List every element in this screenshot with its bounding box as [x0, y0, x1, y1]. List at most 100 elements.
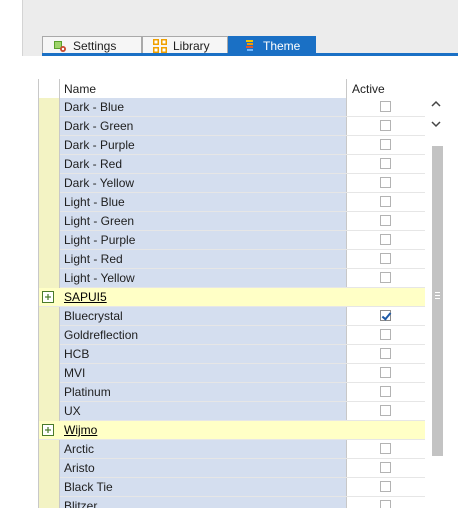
- table-row[interactable]: Platinum: [39, 383, 427, 402]
- theme-icon: [246, 39, 253, 51]
- table-row[interactable]: Bluecrystal: [39, 307, 427, 326]
- theme-name: Black Tie: [60, 478, 346, 496]
- active-checkbox[interactable]: [380, 272, 391, 283]
- tab-library-label: Library: [173, 38, 210, 53]
- grid-header-corner: [39, 79, 60, 98]
- theme-name: Light - Red: [60, 250, 346, 268]
- table-row[interactable]: Dark - Yellow: [39, 174, 427, 193]
- row-indicator[interactable]: [39, 98, 60, 117]
- row-indicator[interactable]: [39, 364, 60, 383]
- active-checkbox[interactable]: [380, 443, 391, 454]
- table-row[interactable]: Light - Green: [39, 212, 427, 231]
- active-checkbox[interactable]: [380, 500, 391, 508]
- theme-name: Aristo: [60, 459, 346, 477]
- row-indicator[interactable]: [39, 383, 60, 402]
- table-row[interactable]: Light - Purple: [39, 231, 427, 250]
- row-indicator[interactable]: [39, 326, 60, 345]
- active-checkbox[interactable]: [380, 215, 391, 226]
- table-row[interactable]: Aristo: [39, 459, 427, 478]
- active-checkbox[interactable]: [380, 253, 391, 264]
- table-row[interactable]: Arctic: [39, 440, 427, 459]
- active-checkbox[interactable]: [380, 177, 391, 188]
- row-indicator[interactable]: [39, 174, 60, 193]
- row-indicator[interactable]: [39, 269, 60, 288]
- active-cell: [346, 402, 427, 420]
- table-row[interactable]: Light - Red: [39, 250, 427, 269]
- active-checkbox[interactable]: [380, 329, 391, 340]
- active-checkbox[interactable]: [380, 158, 391, 169]
- active-checkbox[interactable]: [380, 462, 391, 473]
- library-icon: [153, 38, 167, 53]
- theme-name: Dark - Red: [60, 155, 346, 173]
- group-row[interactable]: Wijmo: [39, 421, 426, 440]
- row-indicator[interactable]: [39, 345, 60, 364]
- table-row[interactable]: Black Tie: [39, 478, 427, 497]
- active-checkbox[interactable]: [380, 386, 391, 397]
- table-row[interactable]: Goldreflection: [39, 326, 427, 345]
- active-cell: [346, 193, 427, 211]
- active-checkbox[interactable]: [380, 196, 391, 207]
- active-checkbox[interactable]: [380, 120, 391, 131]
- active-checkbox[interactable]: [380, 234, 391, 245]
- tab-library[interactable]: Library: [142, 36, 228, 54]
- column-separator[interactable]: [346, 79, 347, 98]
- active-cell: [346, 174, 427, 192]
- theme-name: Light - Purple: [60, 231, 346, 249]
- active-checkbox[interactable]: [380, 139, 391, 150]
- active-cell: [346, 212, 427, 230]
- active-checkbox[interactable]: [380, 101, 391, 112]
- expand-group-icon[interactable]: [42, 291, 54, 303]
- expand-group-icon[interactable]: [42, 424, 54, 436]
- table-row[interactable]: Blitzer: [39, 497, 427, 508]
- table-row[interactable]: UX: [39, 402, 427, 421]
- active-checkbox[interactable]: [380, 405, 391, 416]
- table-row[interactable]: Dark - Red: [39, 155, 427, 174]
- vertical-scrollbar[interactable]: [425, 98, 447, 508]
- row-indicator[interactable]: [39, 231, 60, 250]
- group-row[interactable]: SAPUI5: [39, 288, 426, 307]
- active-cell: [346, 307, 427, 325]
- active-checkbox[interactable]: [380, 481, 391, 492]
- group-name[interactable]: Wijmo: [64, 421, 97, 439]
- table-row[interactable]: Light - Yellow: [39, 269, 427, 288]
- scroll-down-icon[interactable]: [430, 118, 442, 130]
- column-header-active[interactable]: Active: [352, 82, 385, 96]
- row-indicator[interactable]: [39, 117, 60, 136]
- active-checkbox[interactable]: [380, 348, 391, 359]
- row-indicator[interactable]: [39, 136, 60, 155]
- theme-name: Platinum: [60, 383, 346, 401]
- table-row[interactable]: MVI: [39, 364, 427, 383]
- row-indicator[interactable]: [39, 250, 60, 269]
- table-row[interactable]: Dark - Purple: [39, 136, 427, 155]
- active-checkbox[interactable]: [380, 310, 391, 321]
- row-indicator[interactable]: [39, 193, 60, 212]
- table-row[interactable]: Dark - Blue: [39, 98, 427, 117]
- active-cell: [346, 364, 427, 382]
- row-indicator[interactable]: [39, 459, 60, 478]
- row-indicator[interactable]: [39, 497, 60, 508]
- theme-name: UX: [60, 402, 346, 420]
- table-row[interactable]: Light - Blue: [39, 193, 427, 212]
- row-indicator[interactable]: [39, 307, 60, 326]
- active-cell: [346, 136, 427, 154]
- row-indicator[interactable]: [39, 155, 60, 174]
- row-indicator[interactable]: [39, 440, 60, 459]
- group-name[interactable]: SAPUI5: [64, 288, 107, 306]
- active-cell: [346, 117, 427, 135]
- active-checkbox[interactable]: [380, 367, 391, 378]
- scrollbar-thumb[interactable]: [432, 146, 443, 456]
- active-cell: [346, 155, 427, 173]
- scroll-up-icon[interactable]: [430, 98, 442, 110]
- tab-settings-label: Settings: [73, 38, 117, 53]
- table-row[interactable]: HCB: [39, 345, 427, 364]
- column-header-name[interactable]: Name: [64, 82, 96, 96]
- active-cell: [346, 383, 427, 401]
- theme-grid: Name Active Dark - Blue Dark - Green Dark …: [38, 79, 449, 508]
- row-indicator[interactable]: [39, 212, 60, 231]
- row-indicator[interactable]: [39, 478, 60, 497]
- row-indicator[interactable]: [39, 402, 60, 421]
- table-row[interactable]: Dark - Green: [39, 117, 427, 136]
- tab-settings[interactable]: Settings: [42, 36, 142, 54]
- tab-theme[interactable]: Theme: [228, 36, 316, 54]
- left-panel-strip: [0, 0, 23, 508]
